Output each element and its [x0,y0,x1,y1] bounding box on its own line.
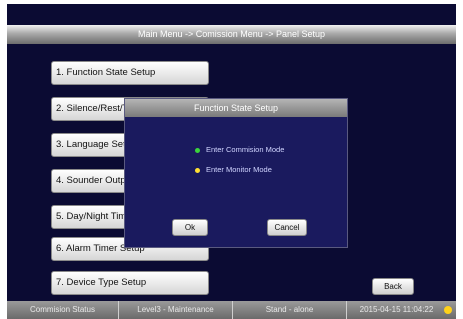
menu-item-function-state[interactable]: 1. Function State Setup [51,61,209,85]
status-light-icon [444,306,452,314]
option-monitor-mode-label: Enter Monitor Mode [206,165,272,174]
cancel-button[interactable]: Cancel [267,219,307,236]
back-button[interactable]: Back [372,278,414,295]
status-datetime: 2015-04-15 11:04:22 [359,305,434,314]
yellow-indicator-icon [195,167,200,173]
option-monitor-mode[interactable]: Enter Monitor Mode [195,165,272,174]
option-commission-mode[interactable]: Enter Commision Mode [195,145,284,154]
menu-item-device-type[interactable]: 7. Device Type Setup [51,271,209,295]
ok-button[interactable]: Ok [172,219,208,236]
status-bar: Commision Status Level3 - Maintenance St… [7,301,456,319]
option-commission-mode-label: Enter Commision Mode [206,145,285,154]
green-indicator-icon [195,147,200,153]
breadcrumb-titlebar: Main Menu -> Comission Menu -> Panel Set… [7,25,456,44]
status-mode: Commision Status [7,301,119,319]
panel-screen: Main Menu -> Comission Menu -> Panel Set… [7,4,456,319]
function-state-dialog: Function State Setup Enter Commision Mod… [124,98,348,248]
status-network: Stand - alone [233,301,347,319]
dialog-title: Function State Setup [125,99,347,117]
status-access-level: Level3 - Maintenance [119,301,233,319]
